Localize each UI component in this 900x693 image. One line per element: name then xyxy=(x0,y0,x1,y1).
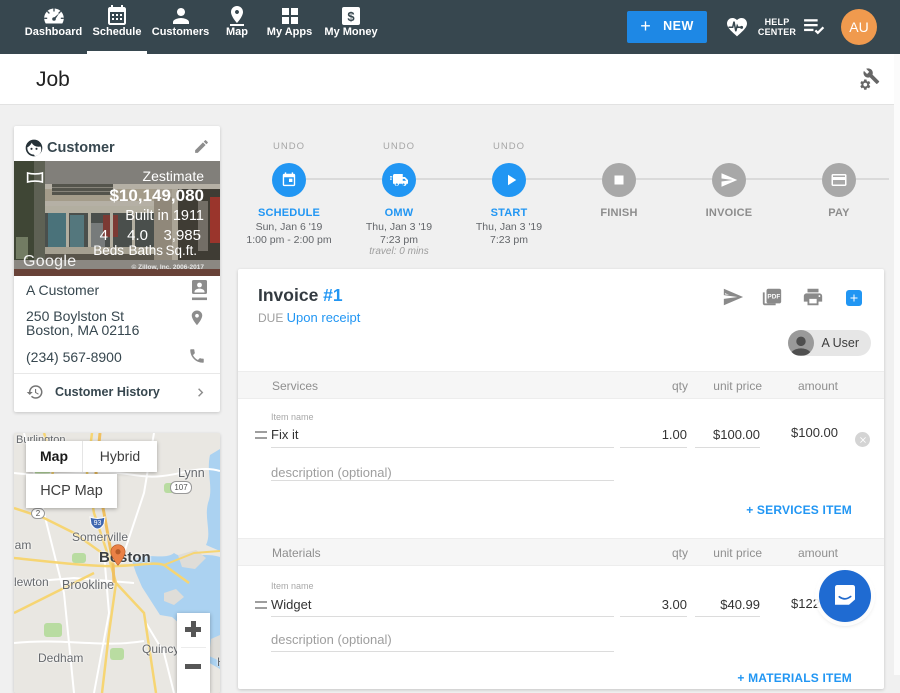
svg-text:93: 93 xyxy=(94,520,102,527)
svg-text:$: $ xyxy=(347,9,355,24)
svg-text:PDF: PDF xyxy=(767,293,780,300)
